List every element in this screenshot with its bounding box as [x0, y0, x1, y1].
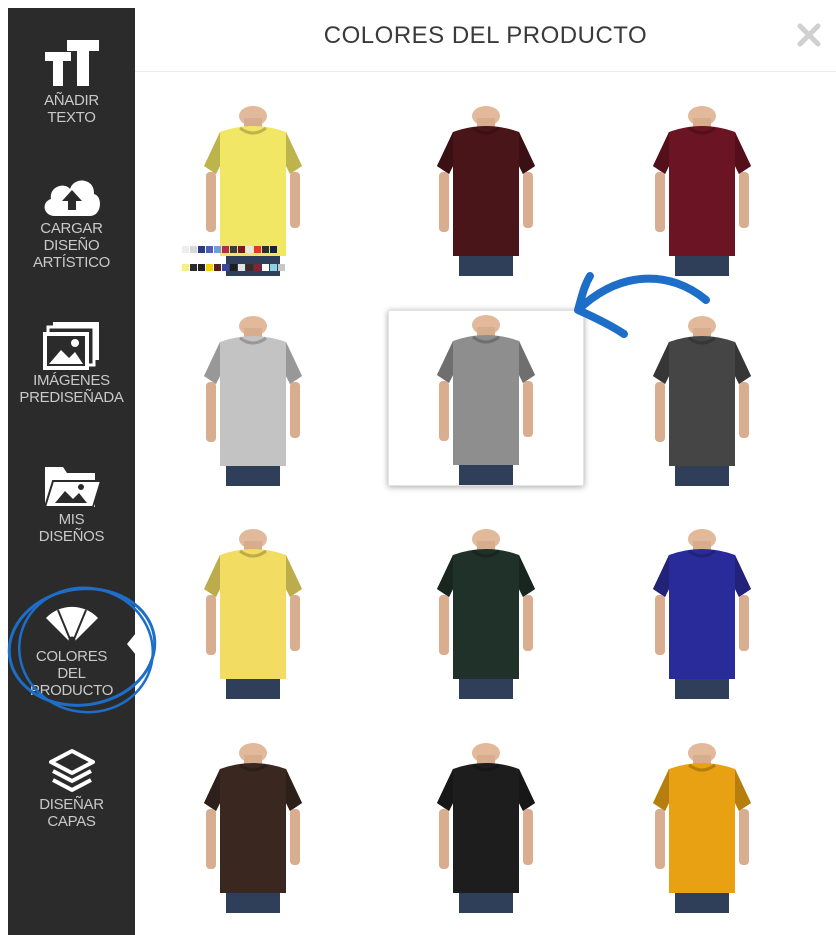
- tshirt-image: [653, 529, 751, 699]
- add-text-tool[interactable]: AÑADIR TEXTO: [8, 40, 135, 126]
- tshirt-image: [437, 529, 535, 699]
- tshirt-image: [653, 316, 751, 486]
- clipart-tool[interactable]: IMÁGENES PREDISEÑADA: [8, 322, 135, 406]
- tshirt-image: [204, 529, 302, 699]
- close-icon[interactable]: [796, 22, 822, 48]
- palette-chip[interactable]: [198, 264, 205, 271]
- color-swatch[interactable]: [388, 100, 584, 276]
- color-swatch[interactable]: [604, 737, 800, 913]
- palette-chip[interactable]: [270, 246, 277, 253]
- color-swatch[interactable]: [155, 523, 351, 699]
- clipart-label: IMÁGENES PREDISEÑADA: [19, 372, 124, 406]
- palette-chip[interactable]: [246, 264, 253, 271]
- palette-chip[interactable]: [182, 264, 189, 271]
- panel-title: COLORES DEL PRODUCTO: [323, 22, 648, 49]
- palette-chip[interactable]: [246, 246, 253, 253]
- active-indicator: [127, 622, 145, 666]
- palette-chip[interactable]: [278, 264, 285, 271]
- palette-chip[interactable]: [270, 264, 277, 271]
- palette-chip[interactable]: [190, 246, 197, 253]
- tshirt-image: [204, 316, 302, 486]
- palette-chip[interactable]: [230, 246, 237, 253]
- palette-chip[interactable]: [214, 264, 221, 271]
- palette-chip[interactable]: [262, 264, 269, 271]
- cloud-upload-icon: [44, 180, 100, 216]
- color-swatch[interactable]: [388, 523, 584, 699]
- my-designs-label: MIS DISEÑOS: [38, 511, 105, 545]
- sidebar: AÑADIR TEXTO CARGAR DISEÑO ARTÍSTICO IMÁ…: [8, 8, 145, 935]
- tshirt-image: [437, 315, 535, 485]
- mini-color-palette: [182, 241, 332, 271]
- tshirt-image: [653, 106, 751, 276]
- palette-chip[interactable]: [198, 246, 205, 253]
- color-swatch[interactable]: [155, 737, 351, 913]
- color-swatch[interactable]: [388, 310, 584, 486]
- image-stack-icon: [42, 322, 99, 370]
- text-size-icon: [44, 40, 99, 86]
- tshirt-image: [437, 106, 535, 276]
- image-folder-icon: [43, 467, 101, 508]
- palette-chip[interactable]: [214, 246, 221, 253]
- tshirt-image: [653, 743, 751, 913]
- add-text-label: AÑADIR TEXTO: [44, 92, 99, 126]
- palette-chip[interactable]: [254, 264, 261, 271]
- palette-chip[interactable]: [190, 264, 197, 271]
- design-layers-tool[interactable]: DISEÑAR CAPAS: [8, 748, 135, 830]
- my-designs-tool[interactable]: MIS DISEÑOS: [8, 463, 135, 545]
- palette-chip[interactable]: [206, 246, 213, 253]
- product-colors-tool[interactable]: COLORES DEL PRODUCTO: [8, 604, 135, 699]
- tshirt-image: [204, 743, 302, 913]
- palette-chip[interactable]: [254, 246, 261, 253]
- tshirt-image: [437, 743, 535, 913]
- palette-chip[interactable]: [206, 264, 213, 271]
- design-layers-label: DISEÑAR CAPAS: [39, 796, 104, 830]
- color-fan-icon: [45, 606, 98, 645]
- palette-chip[interactable]: [222, 264, 229, 271]
- upload-artwork-tool[interactable]: CARGAR DISEÑO ARTÍSTICO: [8, 172, 135, 271]
- palette-chip[interactable]: [182, 246, 189, 253]
- layers-icon: [48, 749, 95, 792]
- palette-chip[interactable]: [230, 264, 237, 271]
- palette-chip[interactable]: [262, 246, 269, 253]
- color-swatch[interactable]: [388, 737, 584, 913]
- color-swatch[interactable]: [604, 523, 800, 699]
- color-swatch[interactable]: [604, 100, 800, 276]
- upload-artwork-label: CARGAR DISEÑO ARTÍSTICO: [32, 220, 111, 271]
- palette-chip[interactable]: [238, 246, 245, 253]
- panel-header: COLORES DEL PRODUCTO: [135, 0, 836, 72]
- product-colors-label: COLORES DEL PRODUCTO: [29, 648, 114, 699]
- palette-chip[interactable]: [238, 264, 245, 271]
- color-swatch[interactable]: [155, 310, 351, 486]
- palette-chip[interactable]: [222, 246, 229, 253]
- color-swatch[interactable]: [604, 310, 800, 486]
